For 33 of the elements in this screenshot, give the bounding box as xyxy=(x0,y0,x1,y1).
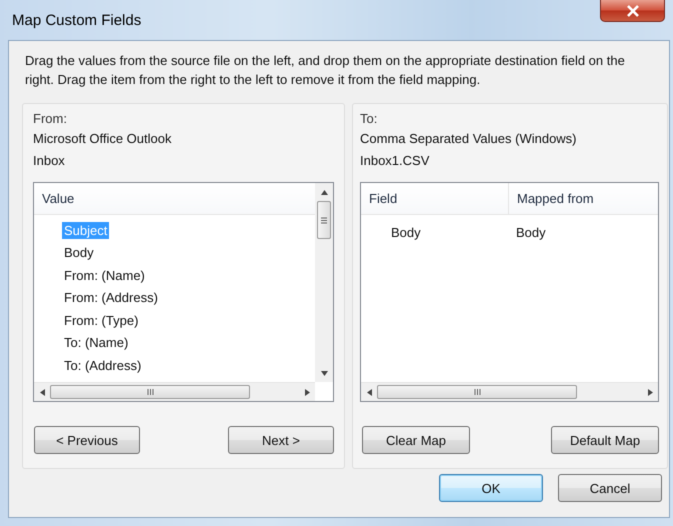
location-text: Inbox1.CSV xyxy=(360,152,430,170)
button[interactable]: < Previous xyxy=(34,426,140,454)
instructions-text: Drag the values from the source file on the left, and drop them on the appropriate destination field on the right. Drag the item from the right to the left to remove it from the field mapping. xyxy=(25,52,626,89)
list-item[interactable]: From: (Name) xyxy=(62,266,147,284)
location-text: Inbox xyxy=(33,152,66,170)
table-cell-text: Body xyxy=(515,224,546,240)
vertical-scrollbar[interactable] xyxy=(315,183,333,382)
from-label: From: xyxy=(33,110,68,128)
column-header[interactable]: Value xyxy=(34,183,74,214)
button[interactable]: Cancel xyxy=(558,474,662,502)
column-header[interactable]: Mapped from xyxy=(508,183,658,214)
location-text: Microsoft Office Outlook xyxy=(33,130,172,148)
to-label: To: xyxy=(360,110,378,128)
button[interactable]: Next > xyxy=(228,426,334,454)
list-item[interactable]: To: (Address) xyxy=(62,356,144,374)
close-icon[interactable] xyxy=(626,4,640,16)
list-item[interactable]: From: (Type) xyxy=(62,312,140,329)
button[interactable]: Default Map xyxy=(551,426,659,454)
list-item[interactable]: From: (Address) xyxy=(62,289,160,306)
button[interactable]: OK xyxy=(439,474,543,502)
horizontal-scrollbar[interactable] xyxy=(361,382,658,401)
list-item[interactable]: Body xyxy=(62,244,96,262)
button[interactable]: Clear Map xyxy=(362,426,470,454)
scrollbar-thumb[interactable] xyxy=(317,201,331,239)
list-item[interactable]: To: (Name) xyxy=(62,334,130,352)
table-cell-text: Body xyxy=(390,224,422,240)
scrollbar-thumb[interactable] xyxy=(377,385,577,399)
column-header[interactable]: Field xyxy=(361,183,508,214)
horizontal-scrollbar[interactable] xyxy=(34,382,315,401)
scrollbar-thumb[interactable] xyxy=(50,385,250,399)
location-text: Comma Separated Values (Windows) xyxy=(360,130,578,148)
window-title: Map Custom Fields xyxy=(12,12,142,28)
close-button[interactable] xyxy=(600,0,665,22)
